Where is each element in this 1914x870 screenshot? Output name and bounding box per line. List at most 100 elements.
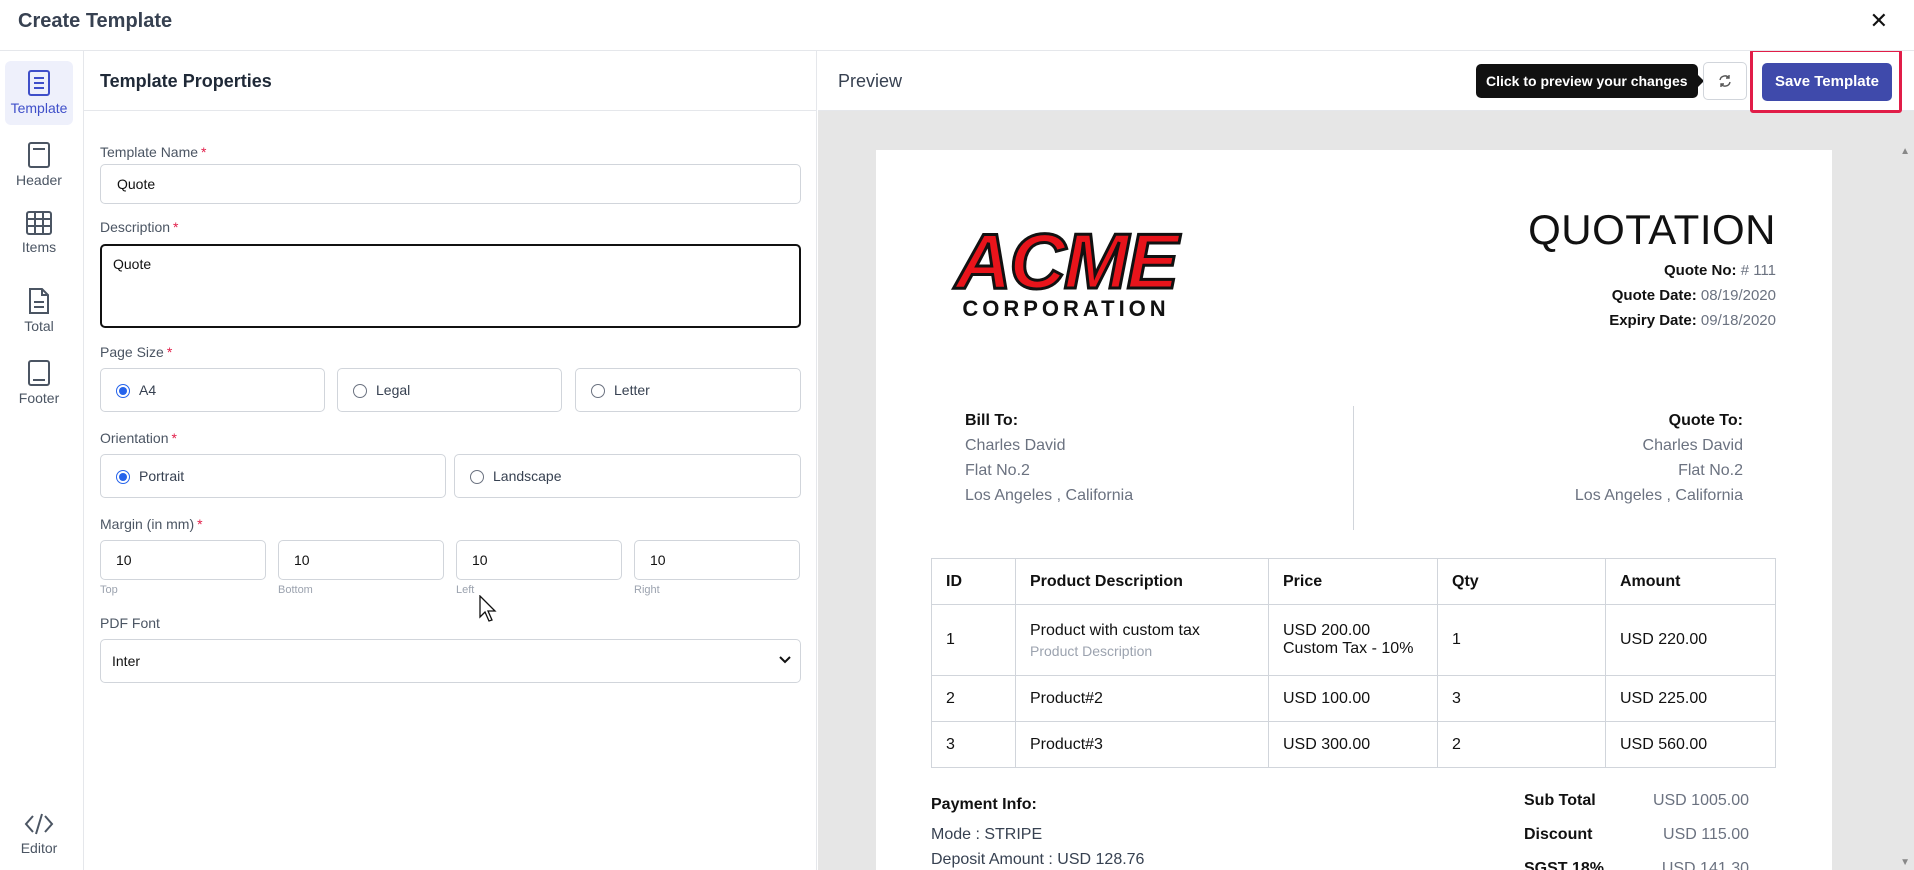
cell-product: Product#2	[1015, 675, 1269, 722]
rail-item-label: Total	[24, 318, 54, 334]
template-name-label: Template Name *	[100, 144, 207, 160]
rail-item-template[interactable]: Template	[5, 61, 73, 125]
page-size-letter-radio[interactable]: Letter	[575, 368, 801, 412]
total-row: SGST 18% USD 141.30	[1524, 860, 1749, 870]
page-size-a4-radio[interactable]: A4	[100, 368, 325, 412]
document-list-icon	[28, 70, 50, 96]
page-size-legal-radio[interactable]: Legal	[337, 368, 562, 412]
acme-logo: ACME CORPORATION	[952, 220, 1185, 320]
rail-item-editor[interactable]: Editor	[5, 803, 73, 867]
column-header: Price	[1268, 558, 1438, 605]
bill-to-title: Bill To:	[965, 412, 1019, 429]
panel-heading: Template Properties	[84, 51, 816, 111]
preview-panel: Preview Click to preview your changes Sa…	[818, 51, 1914, 870]
radio-dot	[470, 470, 484, 484]
totals-block: Sub Total USD 1005.00 Discount USD 115.00 …	[1524, 792, 1754, 870]
pdf-font-select[interactable]: Inter	[100, 639, 801, 683]
cell-product: Product with custom tax Product Descripti…	[1015, 604, 1269, 676]
svg-text:CORPORATION: CORPORATION	[962, 296, 1169, 320]
cell-qty: 3	[1437, 675, 1606, 722]
rail-item-label: Template	[10, 100, 68, 116]
radio-label: Portrait	[139, 468, 185, 484]
table-row: 2 Product#2 USD 100.00 3 USD 225.00	[931, 675, 1776, 722]
quote-to-line: Flat No.2	[1678, 462, 1743, 479]
column-header: Product Description	[1015, 558, 1269, 605]
page-header-icon	[28, 142, 50, 168]
save-template-button[interactable]: Save Template	[1762, 63, 1892, 101]
cell-amount: USD 225.00	[1605, 675, 1776, 722]
pdf-font-value: Inter	[112, 653, 141, 669]
radio-dot	[591, 384, 605, 398]
margin-top-input[interactable]: 10	[100, 540, 266, 580]
orientation-landscape-radio[interactable]: Landscape	[454, 454, 801, 498]
cell-id: 2	[931, 675, 1016, 722]
rail-item-label: Editor	[20, 840, 58, 856]
rail-item-items[interactable]: Items	[5, 202, 73, 266]
margin-right-input[interactable]: 10	[634, 540, 800, 580]
page-size-label: Page Size *	[100, 344, 173, 360]
expiry-date: Expiry Date: 09/18/2020	[1609, 312, 1776, 329]
scroll-up-arrow[interactable]: ▲	[1900, 146, 1910, 157]
total-row: Discount USD 115.00	[1524, 826, 1749, 843]
cell-amount: USD 560.00	[1605, 721, 1776, 768]
cell-price: USD 100.00	[1268, 675, 1438, 722]
margin-left-caption: Left	[456, 584, 475, 596]
section-rail: Template Header Items Total Footer Edito…	[0, 51, 84, 870]
mouse-cursor-icon	[479, 595, 497, 622]
payment-title: Payment Info:	[931, 796, 1037, 813]
radio-label: Landscape	[493, 468, 562, 484]
cell-amount: USD 220.00	[1605, 604, 1776, 676]
table-row: 1 Product with custom tax Product Descrip…	[931, 604, 1776, 676]
bill-to-block: Bill To: Charles David Flat No.2 Los Ang…	[965, 408, 1133, 508]
radio-dot	[116, 470, 130, 484]
payment-line: Mode : STRIPE	[931, 826, 1043, 843]
column-header: ID	[931, 558, 1016, 605]
rail-item-footer[interactable]: Footer	[5, 351, 73, 415]
radio-label: Letter	[614, 382, 650, 398]
bill-to-line: Charles David	[965, 437, 1066, 454]
close-icon[interactable]: ✕	[1870, 8, 1888, 34]
document-text-icon	[29, 288, 49, 314]
template-properties-panel: Template Properties Template Name * Quote…	[84, 51, 817, 870]
radio-dot	[353, 384, 367, 398]
table-grid-icon	[26, 211, 52, 235]
cell-id: 1	[931, 604, 1016, 676]
chevron-down-icon	[779, 656, 791, 664]
code-icon	[24, 813, 54, 835]
page-footer-icon	[28, 360, 50, 386]
margin-left-input[interactable]: 10	[456, 540, 622, 580]
column-header: Qty	[1437, 558, 1606, 605]
rail-item-label: Footer	[18, 390, 60, 406]
payment-line: Deposit Amount : USD 128.76	[931, 851, 1145, 868]
scroll-down-arrow[interactable]: ▼	[1900, 857, 1910, 868]
rail-item-total[interactable]: Total	[5, 279, 73, 343]
preview-tooltip: Click to preview your changes	[1476, 64, 1704, 98]
rail-item-label: Header	[16, 172, 62, 188]
total-row: Sub Total USD 1005.00	[1524, 792, 1749, 809]
quote-to-block: Quote To: Charles David Flat No.2 Los An…	[1575, 408, 1743, 508]
items-table: ID Product Description Price Qty Amount …	[931, 558, 1776, 768]
rail-item-header[interactable]: Header	[5, 133, 73, 197]
cell-price: USD 200.00 Custom Tax - 10%	[1268, 604, 1438, 676]
column-header: Amount	[1605, 558, 1776, 605]
quote-number: Quote No: # 111	[1664, 262, 1776, 279]
margin-bottom-caption: Bottom	[278, 584, 313, 596]
table-header-row: ID Product Description Price Qty Amount	[931, 558, 1776, 605]
payment-info: Payment Info: Mode : STRIPE Deposit Amou…	[931, 792, 1144, 870]
template-name-input[interactable]: Quote	[100, 164, 801, 204]
refresh-preview-button[interactable]	[1703, 62, 1747, 100]
pdf-font-label: PDF Font	[100, 615, 160, 631]
bill-to-line: Los Angeles , California	[965, 487, 1134, 504]
margin-bottom-input[interactable]: 10	[278, 540, 444, 580]
title-bar: Create Template ✕	[0, 0, 1914, 51]
orientation-label: Orientation *	[100, 430, 177, 446]
quotation-title: QUOTATION	[1528, 206, 1776, 253]
preview-header: Preview Click to preview your changes Sa…	[818, 51, 1914, 113]
cell-id: 3	[931, 721, 1016, 768]
cell-qty: 2	[1437, 721, 1606, 768]
radio-dot	[116, 384, 130, 398]
orientation-portrait-radio[interactable]: Portrait	[100, 454, 446, 498]
description-textarea[interactable]: Quote	[100, 244, 801, 328]
window-title: Create Template	[18, 10, 173, 32]
cell-price: USD 300.00	[1268, 721, 1438, 768]
